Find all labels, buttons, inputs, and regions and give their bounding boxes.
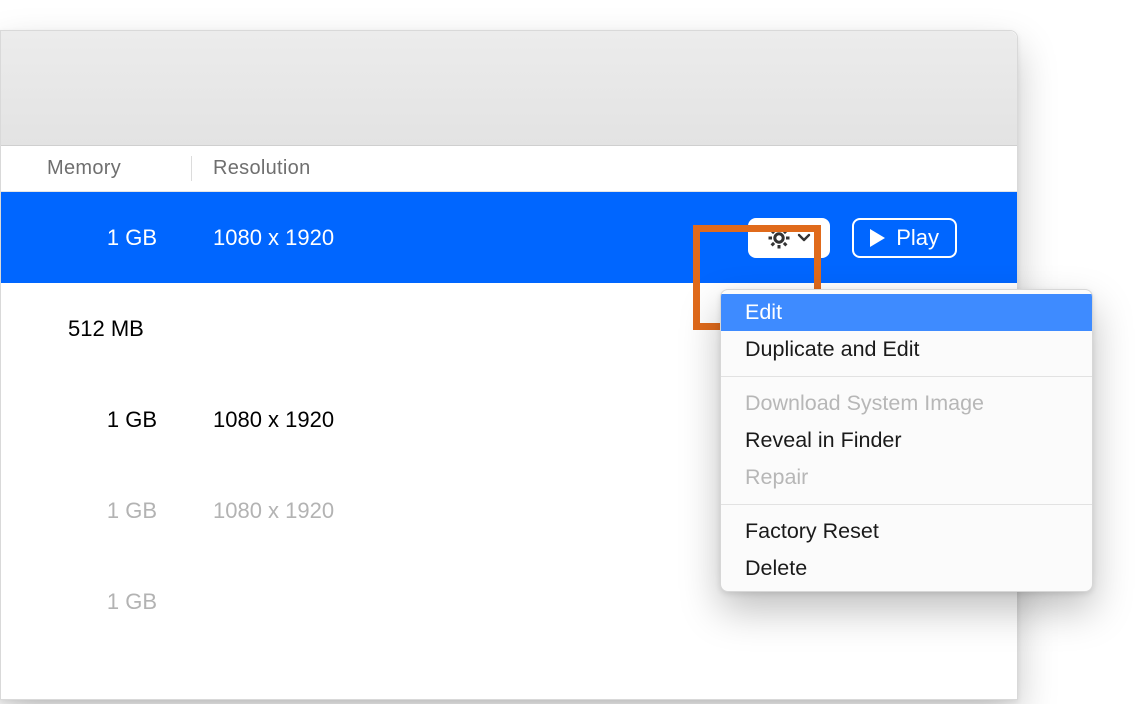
menu-item-factory-reset[interactable]: Factory Reset (721, 513, 1092, 550)
settings-dropdown-button[interactable] (748, 218, 830, 258)
menu-separator (721, 376, 1092, 377)
chevron-down-icon (797, 233, 811, 243)
menu-item-duplicate-and-edit[interactable]: Duplicate and Edit (721, 331, 1092, 368)
menu-item-label: Delete (745, 556, 807, 580)
table-row[interactable]: 1 GB 1080 x 1920 (1, 192, 1017, 283)
cell-memory: 1 GB (1, 225, 191, 251)
cell-memory: 1 GB (1, 498, 191, 524)
table-header: Memory Resolution (1, 146, 1017, 192)
play-button[interactable]: Play (852, 218, 957, 258)
menu-item-label: Repair (745, 465, 808, 489)
gear-icon (767, 226, 791, 250)
cell-memory: 512 MB (1, 316, 191, 342)
cell-resolution: 1080 x 1920 (191, 407, 411, 433)
column-header-memory-label: Memory (47, 157, 121, 180)
menu-item-label: Edit (745, 300, 782, 324)
column-header-resolution-label: Resolution (213, 157, 311, 180)
row-actions: Play (748, 218, 1017, 258)
window-toolbar (1, 31, 1017, 146)
menu-item-repair: Repair (721, 459, 1092, 496)
menu-separator (721, 504, 1092, 505)
column-header-resolution[interactable]: Resolution (191, 146, 401, 191)
menu-item-edit[interactable]: Edit (721, 294, 1092, 331)
menu-item-label: Reveal in Finder (745, 428, 902, 452)
play-button-label: Play (896, 225, 939, 251)
cell-memory: 1 GB (1, 589, 191, 615)
play-icon (868, 228, 886, 248)
menu-item-download-system-image: Download System Image (721, 385, 1092, 422)
cell-resolution: 1080 x 1920 (191, 498, 411, 524)
context-menu: Edit Duplicate and Edit Download System … (720, 289, 1093, 592)
cell-resolution: 1080 x 1920 (191, 225, 411, 251)
menu-item-label: Duplicate and Edit (745, 337, 920, 361)
cell-memory: 1 GB (1, 407, 191, 433)
menu-item-label: Factory Reset (745, 519, 879, 543)
menu-item-reveal-in-finder[interactable]: Reveal in Finder (721, 422, 1092, 459)
menu-item-delete[interactable]: Delete (721, 550, 1092, 587)
column-header-memory[interactable]: Memory (1, 146, 191, 191)
menu-item-label: Download System Image (745, 391, 984, 415)
